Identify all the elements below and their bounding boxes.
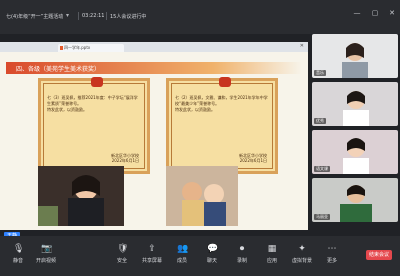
security-button[interactable]: 🛡 安全 xyxy=(106,244,138,264)
participant-tile[interactable]: 马丽亚 xyxy=(312,178,398,222)
minimize-icon[interactable]: — xyxy=(352,8,362,18)
title-bar: 七(4)年级“开一”主题活动 ▾ 03:22:11 15人会议进行中 — ▢ ✕ xyxy=(0,0,400,34)
presentation-tab-bar: 四一学年.pptx ✕ xyxy=(0,42,308,52)
slide-header: 四、各级（美苑学生美术获奖） xyxy=(6,62,302,74)
people-icon: 👥 xyxy=(177,244,189,254)
participant-tile[interactable]: 优秀 xyxy=(312,82,398,126)
certificate-signature: 新北区华小学校 2022年6月1日 xyxy=(239,153,267,163)
participant-list: 音乐 优秀 语文课 马丽亚 xyxy=(310,34,400,230)
emblem-icon xyxy=(219,77,231,87)
student-photo-art xyxy=(166,166,238,226)
meeting-toolbar: 🎙 静音 📷 开启视频 🛡 安全 ⇪ 共享屏幕 👥 成员 💬 聊天 ⏺ 录制 ▦ xyxy=(0,236,400,276)
microphone-icon: 🎙 xyxy=(13,244,25,254)
student-photo-left xyxy=(38,166,124,226)
participant-name: 音乐 xyxy=(314,70,326,76)
chat-icon: 💬 xyxy=(207,244,219,254)
members-button[interactable]: 👥 成员 xyxy=(166,244,198,264)
certificate-signature: 新北区华小学校 2022年6月1日 xyxy=(111,153,139,163)
video-button[interactable]: 📷 开启视频 xyxy=(30,244,62,264)
student-photo-art xyxy=(38,166,124,226)
end-meeting-button[interactable]: 结束会议 xyxy=(366,250,392,260)
divider xyxy=(106,12,107,20)
participant-name: 语文课 xyxy=(314,166,330,172)
presentation-tab[interactable]: 四一学年.pptx xyxy=(58,44,124,52)
participant-name: 优秀 xyxy=(314,118,326,124)
close-icon[interactable]: ✕ xyxy=(387,8,397,18)
student-photo-right xyxy=(166,166,238,226)
record-icon: ⏺ xyxy=(239,244,245,254)
certificate-text: 七（3）班吴佩，推荐2021年度：中子学坛“展洋学生素质”荣誉称号。 特发此状，… xyxy=(47,95,138,112)
participant-status: 15人会议进行中 xyxy=(110,14,147,20)
video-camera-icon: 📷 xyxy=(41,244,53,254)
certificate-left: 七（3）班吴佩，推荐2021年度：中子学坛“展洋学生素质”荣誉称号。 特发此状，… xyxy=(38,77,150,174)
apps-icon: ▦ xyxy=(267,244,277,254)
restore-icon[interactable]: ▢ xyxy=(370,8,380,18)
shield-icon: 🛡 xyxy=(117,244,129,254)
participant-tile[interactable]: 音乐 xyxy=(312,34,398,78)
chevron-down-icon[interactable]: ▾ xyxy=(66,12,69,19)
close-icon[interactable]: ✕ xyxy=(300,43,304,49)
meeting-timer: 03:22:11 xyxy=(82,13,105,19)
meeting-window: 七(4)年级“开一”主题活动 ▾ 03:22:11 15人会议进行中 — ▢ ✕… xyxy=(0,0,400,276)
share-screen-button[interactable]: ⇪ 共享屏幕 xyxy=(136,244,168,264)
emblem-icon xyxy=(91,77,103,87)
apps-button[interactable]: ▦ 应用 xyxy=(256,244,288,264)
shared-screen: 四一学年.pptx ✕ 四、各级（美苑学生美术获奖） 七（3）班吴佩，推荐202… xyxy=(0,42,308,230)
slide: 四、各级（美苑学生美术获奖） 七（3）班吴佩，推荐2021年度：中子学坛“展洋学… xyxy=(0,52,308,230)
share-screen-icon: ⇪ xyxy=(148,244,156,254)
slide-heading: 四、各级（美苑学生美术获奖） xyxy=(16,66,101,73)
certificate-text: 七（2）班吴佩，文雅、谦和，学生2021年学年中学校“最美少年”荣誉称号。 特发… xyxy=(175,95,268,112)
participant-name: 马丽亚 xyxy=(314,214,330,220)
more-button[interactable]: ⋯ 更多 xyxy=(316,244,348,264)
meeting-title: 七(4)年级“开一”主题活动 xyxy=(6,14,64,20)
more-icon: ⋯ xyxy=(327,244,337,254)
divider xyxy=(78,12,79,20)
chat-button[interactable]: 💬 聊天 xyxy=(196,244,228,264)
participant-tile[interactable]: 语文课 xyxy=(312,130,398,174)
record-button[interactable]: ⏺ 录制 xyxy=(226,244,258,264)
certificate-right: 七（2）班吴佩，文雅、谦和，学生2021年学年中学校“最美少年”荣誉称号。 特发… xyxy=(166,77,278,174)
effects-button[interactable]: ✦ 虚拟背景 xyxy=(286,244,318,264)
effects-icon: ✦ xyxy=(298,244,306,254)
